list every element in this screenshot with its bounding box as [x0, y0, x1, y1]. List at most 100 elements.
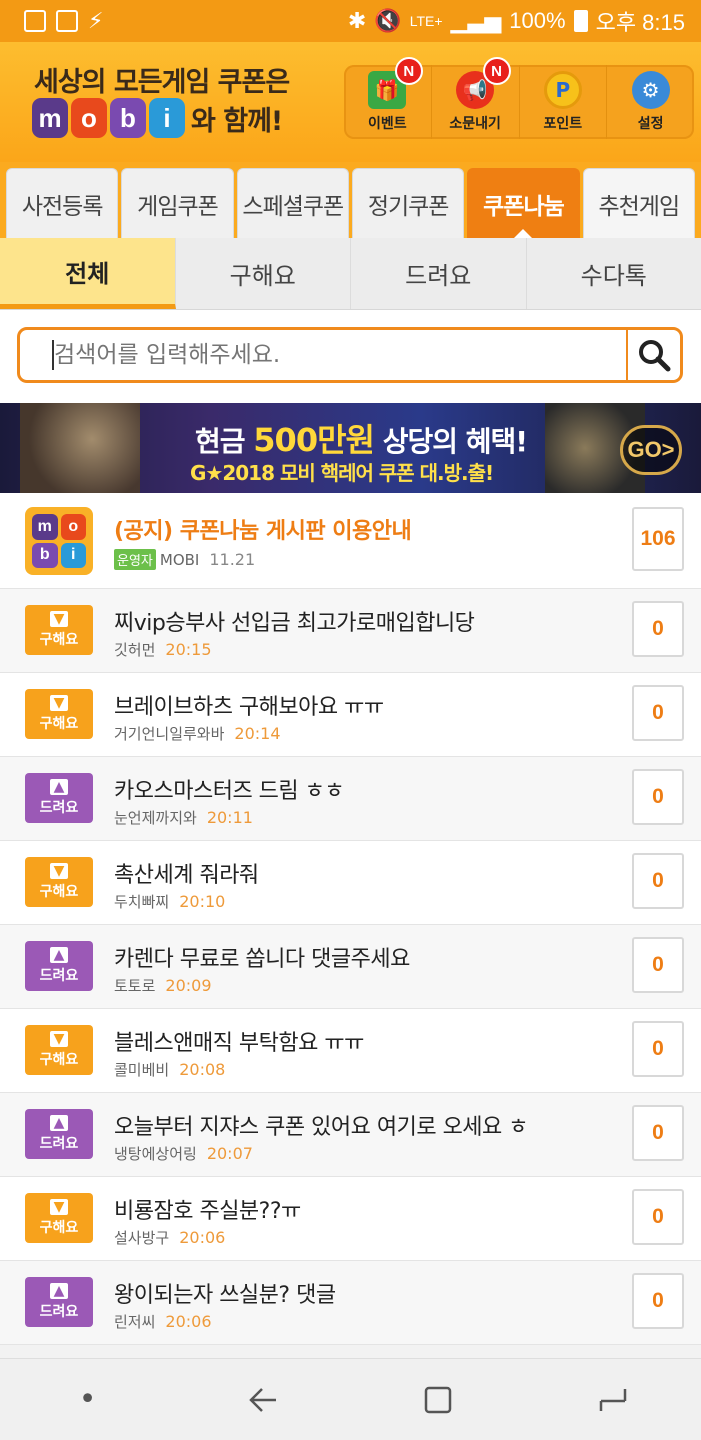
mobi-app-icon: m o b i — [25, 507, 93, 575]
battery-percent: 100% — [509, 8, 566, 33]
wanted-badge: ▼ 구해요 — [25, 1193, 93, 1243]
flash-icon: ⚡ — [88, 8, 104, 34]
post-author: 콜미베비 — [114, 1061, 170, 1079]
post-row[interactable]: ▼ 구해요 비룡잠호 주실분??ㅠ 설사방구 20:06 0 — [0, 1177, 701, 1261]
banner-go-button[interactable]: GO> — [620, 425, 682, 475]
promo-banner[interactable]: 현금 500만원 상당의 혜택! G★2018 모비 핵레어 쿠폰 대.방.출!… — [0, 403, 701, 493]
post-author: 두치빠찌 — [114, 893, 170, 911]
menu-label: 이벤트 — [368, 116, 407, 132]
signal-icon: ▁▃▅ — [450, 8, 502, 33]
post-row[interactable]: ▲ 드려요 오늘부터 지쟈스 쿠폰 있어요 여기로 오세요 ㅎ 냉탕에상어링 20:07… — [0, 1093, 701, 1177]
giving-badge: ▲ 드려요 — [25, 773, 93, 823]
comment-count: 0 — [632, 1273, 684, 1329]
post-row[interactable]: ▼ 구해요 촉산세계 줘라줘 두치빠찌 20:10 0 — [0, 841, 701, 925]
logo-letter: i — [60, 542, 86, 568]
post-author: 설사방구 — [114, 1229, 170, 1247]
menu-share[interactable]: N 📢 소문내기 — [432, 57, 520, 139]
menu-label: 설정 — [637, 116, 664, 132]
battery-icon — [573, 10, 588, 32]
post-row[interactable]: ▲ 드려요 왕이되는자 쓰실분? 댓글 린저씨 20:06 0 — [0, 1261, 701, 1345]
subtab-wanted[interactable]: 구해요 — [176, 238, 351, 309]
bluetooth-icon: ✱ — [347, 8, 367, 33]
menu-label: 소문내기 — [449, 116, 501, 132]
subtab-giving[interactable]: 드려요 — [351, 238, 527, 309]
tab-regular-coupon[interactable]: 정기쿠폰 — [351, 168, 465, 238]
banner-headline: 현금 500만원 상당의 혜택! — [195, 415, 528, 461]
gallery-icon — [56, 10, 78, 32]
post-title: 찌vip승부사 선입금 최고가로매입합니당 — [114, 611, 475, 636]
download-arrow-icon: ▼ — [50, 1031, 68, 1047]
post-time: 20:15 — [165, 640, 212, 659]
recents-icon[interactable] — [583, 1375, 643, 1425]
post-time: 20:09 — [165, 976, 212, 995]
main-tabs: 사전등록 게임쿠폰 스페셜쿠폰 정기쿠폰 쿠폰나눔 추천게임 — [0, 162, 701, 238]
post-time: 20:08 — [179, 1060, 226, 1079]
tab-recommended-game[interactable]: 추천게임 — [582, 168, 695, 238]
dot-icon[interactable]: • — [58, 1375, 118, 1425]
post-type-label: 구해요 — [39, 884, 79, 900]
subtab-chat[interactable]: 수다톡 — [527, 238, 701, 309]
operator-badge: 운영자 — [114, 549, 156, 570]
post-author: 린저씨 — [114, 1313, 156, 1331]
comment-count: 0 — [632, 1105, 684, 1161]
post-row[interactable]: ▼ 구해요 브레이브하츠 구해보아요 ㅠㅠ 거기언니일루와바 20:14 0 — [0, 673, 701, 757]
post-title: 촉산세계 줘라줘 — [114, 863, 259, 888]
tab-coupon-share[interactable]: 쿠폰나눔 — [467, 168, 580, 238]
post-author: 거기언니일루와바 — [114, 725, 225, 743]
download-arrow-icon: ▼ — [50, 611, 68, 627]
post-row[interactable]: ▼ 구해요 찌vip승부사 선입금 최고가로매입합니당깃허먼 20:15 0 — [0, 589, 701, 673]
search-box — [17, 327, 683, 383]
comment-count: 0 — [632, 853, 684, 909]
menu-event[interactable]: N 🎁 이벤트 — [344, 57, 432, 139]
post-row[interactable]: ▲ 드려요 카렌다 무료로 쏩니다 댓글주세요 토토로 20:09 0 — [0, 925, 701, 1009]
logo-letter: b — [32, 542, 58, 568]
header-menu: N 🎁 이벤트 N 📢 소문내기 P 포인트 ⚙ 설정 — [344, 57, 694, 139]
post-title: 블레스앤매직 부탁함요 ㅠㅠ — [114, 1031, 364, 1056]
post-row[interactable]: ▼ 구해요 블레스앤매직 부탁함요 ㅠㅠ 콜미베비 20:08 0 — [0, 1009, 701, 1093]
post-type-label: 드려요 — [39, 1136, 79, 1152]
tab-preregister[interactable]: 사전등록 — [6, 168, 119, 238]
notice-row[interactable]: m o b i (공지) 쿠폰나눔 게시판 이용안내 운영자 MOBI 11.2… — [0, 493, 701, 589]
tagline: 세상의 모든게임 쿠폰은 — [34, 67, 290, 98]
post-type-label: 구해요 — [39, 1220, 79, 1236]
post-author: 깃허먼 — [114, 641, 156, 659]
upload-arrow-icon: ▲ — [50, 947, 68, 963]
giving-badge: ▲ 드려요 — [25, 1277, 93, 1327]
search-input[interactable] — [52, 340, 626, 370]
post-author: 냉탕에상어링 — [114, 1145, 197, 1163]
post-author: 토토로 — [114, 977, 156, 995]
menu-point[interactable]: P 포인트 — [520, 65, 608, 139]
post-type-label: 구해요 — [39, 1052, 79, 1068]
new-badge: N — [394, 57, 423, 85]
post-author: MOBI — [159, 550, 200, 569]
comment-count: 106 — [632, 507, 684, 571]
post-type-label: 구해요 — [39, 632, 79, 648]
subtab-all[interactable]: 전체 — [0, 238, 176, 309]
home-icon[interactable] — [408, 1375, 468, 1425]
logo-letter: m — [32, 98, 68, 138]
gear-icon: ⚙ — [631, 71, 670, 109]
mobi-logo[interactable]: m o b i 와 함께! — [32, 98, 283, 138]
post-row[interactable]: ▲ 드려요 카오스마스터즈 드림 ㅎㅎ 눈언제까지와 20:11 0 — [0, 757, 701, 841]
post-title: 브레이브하츠 구해보아요 ㅠㅠ — [114, 695, 384, 720]
banner-headline-post: 상당의 혜택! — [373, 425, 528, 458]
post-time: 20:14 — [234, 724, 281, 743]
download-arrow-icon: ▼ — [50, 1199, 68, 1215]
back-icon[interactable] — [233, 1375, 293, 1425]
post-type-label: 드려요 — [39, 1304, 79, 1320]
logo-letter: m — [32, 514, 58, 540]
tab-special-coupon[interactable]: 스페셜쿠폰 — [236, 168, 349, 238]
comment-count: 0 — [632, 601, 684, 657]
tab-game-coupon[interactable]: 게임쿠폰 — [121, 168, 234, 238]
wanted-badge: ▼ 구해요 — [25, 1025, 93, 1075]
menu-settings[interactable]: ⚙ 설정 — [607, 65, 694, 139]
logo-letter: i — [149, 98, 185, 138]
post-time: 20:06 — [165, 1312, 212, 1331]
post-date: 11.21 — [209, 550, 256, 569]
search-button[interactable] — [626, 330, 680, 380]
post-type-label: 구해요 — [39, 716, 79, 732]
post-title: 비룡잠호 주실분??ㅠ — [114, 1199, 301, 1224]
download-arrow-icon: ▼ — [50, 695, 68, 711]
post-title: 카오스마스터즈 드림 ㅎㅎ — [114, 779, 345, 804]
upload-arrow-icon: ▲ — [50, 1115, 68, 1131]
